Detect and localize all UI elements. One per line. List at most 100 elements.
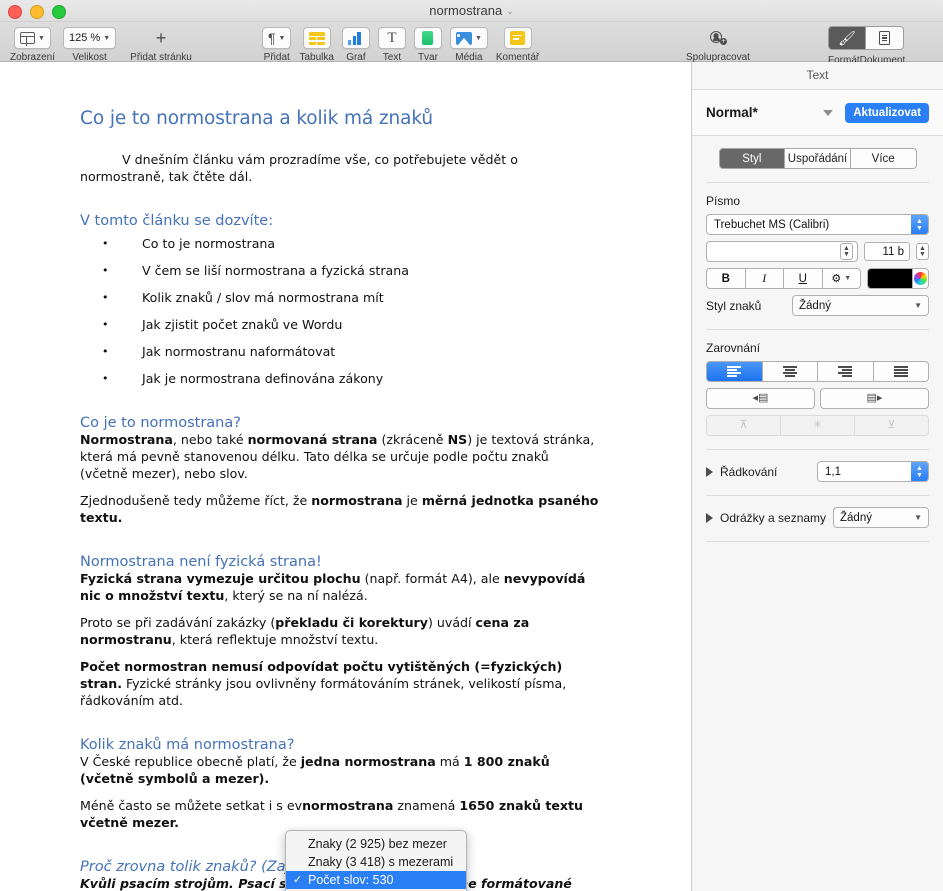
update-style-button[interactable]: Aktualizovat: [845, 102, 929, 123]
document-tab-button[interactable]: [866, 26, 904, 50]
font-options-button[interactable]: ⚙ ▼: [822, 268, 861, 289]
increase-indent-icon: ▤▸: [866, 392, 883, 404]
text-box-icon: T: [387, 30, 397, 46]
alignment-section-label: Zarovnání: [706, 341, 761, 355]
menu-item-chars-with-spaces[interactable]: Znaky (3 418) s mezerami: [286, 853, 466, 871]
add-page-button[interactable]: +: [147, 27, 175, 49]
document-page[interactable]: Co je to normostrana a kolik má znaků V …: [0, 62, 691, 891]
gear-icon: ⚙: [831, 273, 842, 285]
menu-item-word-count[interactable]: ✓ Počet slov: 530: [286, 871, 466, 889]
font-family-stepper-icon[interactable]: ▲ ▼: [911, 215, 928, 234]
text-box-button[interactable]: T: [377, 27, 406, 49]
chevron-down-icon: ▼: [38, 34, 45, 42]
table-button[interactable]: [302, 27, 331, 49]
document-title-area[interactable]: normostrana ⌄: [0, 0, 943, 22]
tab-usporadani[interactable]: Uspořádání: [785, 148, 851, 169]
toolbar-item-zoom[interactable]: 125 % ▼ Velikost: [63, 27, 117, 63]
list-item: Co to je normostrana: [0, 235, 691, 252]
align-middle-button[interactable]: ✳: [781, 415, 855, 436]
toolbar-item-media[interactable]: ▼ Média: [449, 27, 488, 63]
typeface-stepper-icon[interactable]: ▲ ▼: [840, 243, 853, 260]
toolbar-item-shape[interactable]: Tvar: [413, 27, 442, 63]
toolbar-item-text[interactable]: T Text: [377, 27, 406, 63]
comment-button[interactable]: [503, 27, 532, 49]
toolbar-item-chart[interactable]: Graf: [341, 27, 370, 63]
font-size-input[interactable]: 11 b: [864, 242, 910, 261]
disclosure-triangle-icon[interactable]: [706, 466, 713, 477]
toolbar-item-comment[interactable]: Komentář: [496, 27, 539, 63]
toolbar-collaborate-group: + Spolupracovat: [682, 27, 754, 63]
doc-section2-p1: Fyzická strana vymezuje určitou plochu (…: [80, 571, 586, 603]
toolbar: ▼ Zobrazení 125 % ▼ Velikost + Přidat st…: [0, 22, 943, 66]
tab-vice[interactable]: Více: [850, 148, 917, 169]
align-center-button[interactable]: [762, 361, 818, 382]
toolbar-item-table[interactable]: Tabulka: [299, 27, 334, 63]
text-color-swatch[interactable]: [867, 268, 913, 289]
bold-button[interactable]: B: [706, 268, 746, 289]
line-spacing-select[interactable]: 1,1 ▲ ▼: [817, 461, 929, 482]
font-size-stepper[interactable]: ▲ ▼: [916, 243, 929, 260]
checkmark-icon: ✓: [293, 874, 303, 886]
list-item: Jak je normostrana definována zákony: [0, 370, 691, 387]
table-icon: [308, 31, 325, 45]
doc-section3-heading: Kolik znaků má normostrana?: [80, 737, 295, 753]
toolbar-item-add-page[interactable]: + Přidat stránku: [130, 27, 192, 63]
toolbar-insert-group: ¶ ▼ Přidat Tabulka Graf T Text Tvar ▼ Mé…: [258, 27, 543, 63]
decrease-indent-button[interactable]: ◂▤: [706, 388, 815, 409]
tab-styl[interactable]: Styl: [718, 148, 786, 169]
keynote-pages-window: normostrana ⌄ ▼ Zobrazení 125 % ▼ Velikos…: [0, 0, 943, 891]
align-top-button[interactable]: ⊼: [706, 415, 781, 436]
increase-indent-button[interactable]: ▤▸: [820, 388, 929, 409]
doc-section2-p2: Proto se při zadávání zakázky (překladu …: [80, 615, 530, 647]
align-right-button[interactable]: [818, 361, 874, 382]
toolbar-item-collaborate[interactable]: + Spolupracovat: [686, 27, 750, 63]
view-button[interactable]: ▼: [14, 27, 51, 49]
italic-button[interactable]: I: [745, 268, 784, 289]
align-justify-icon: [893, 365, 908, 378]
doc-toc-heading: V tomto článku se dozvíte:: [80, 213, 274, 229]
underline-button[interactable]: U: [784, 268, 823, 289]
align-justify-button[interactable]: [873, 361, 929, 382]
menu-item-chars-no-spaces[interactable]: Znaky (2 925) bez mezer: [286, 835, 466, 853]
format-tab-button[interactable]: 🖌: [828, 26, 866, 50]
document-canvas[interactable]: Co je to normostrana a kolik má znaků V …: [0, 62, 691, 891]
divider: [706, 329, 929, 330]
collaborate-button[interactable]: +: [704, 27, 732, 49]
chevron-down-icon[interactable]: ⌄: [506, 6, 514, 16]
align-center-icon: [782, 365, 797, 378]
char-style-select[interactable]: Žádný ▼: [792, 295, 929, 316]
toolbar-item-view[interactable]: ▼ Zobrazení: [10, 27, 55, 63]
font-family-select[interactable]: Trebuchet MS (Calibri) ▲ ▼: [706, 214, 929, 235]
bullets-label: Odrážky a seznamy: [720, 510, 827, 525]
comment-icon: [510, 31, 526, 45]
align-bottom-icon: ⊻: [887, 419, 896, 431]
media-button[interactable]: ▼: [449, 27, 488, 49]
toolbar-item-insert[interactable]: ¶ ▼ Přidat: [262, 27, 292, 63]
align-bottom-button[interactable]: ⊻: [855, 415, 929, 436]
document-title: normostrana: [429, 3, 503, 18]
bullets-row: Odrážky a seznamy Žádný ▼: [706, 507, 929, 528]
bullets-select[interactable]: Žádný ▼: [833, 507, 929, 528]
horizontal-alignment-group: [706, 361, 929, 382]
chevron-down-icon[interactable]: [823, 109, 834, 116]
zoom-level-value: 125 %: [69, 32, 101, 44]
toolbar-right-group: 🖌 Formát Dokument: [828, 26, 905, 66]
doc-section3-p2: Méně často se můžete setkat i s evnormos…: [80, 798, 584, 830]
disclosure-triangle-icon[interactable]: [706, 512, 713, 523]
line-spacing-stepper-icon[interactable]: ▲ ▼: [911, 462, 928, 481]
insert-button[interactable]: ¶ ▼: [262, 27, 292, 49]
typeface-select[interactable]: ▲ ▼: [706, 241, 858, 262]
sidebar-header: Text: [692, 62, 943, 90]
zoom-button[interactable]: 125 % ▼: [63, 27, 117, 49]
font-section-label: Písmo: [706, 194, 741, 208]
align-left-button[interactable]: [706, 361, 763, 382]
chart-button[interactable]: [341, 27, 370, 49]
word-count-popup-menu[interactable]: Znaky (2 925) bez mezer Znaky (3 418) s …: [285, 830, 467, 891]
divider: [706, 449, 929, 450]
doc-section1-heading: Co je to normostrana?: [80, 415, 241, 431]
align-left-icon: [727, 365, 742, 378]
color-wheel-button[interactable]: [913, 268, 929, 289]
paragraph-style-name: Normal*: [706, 105, 758, 120]
shape-button[interactable]: [413, 27, 442, 49]
char-style-value: Žádný: [799, 299, 831, 312]
